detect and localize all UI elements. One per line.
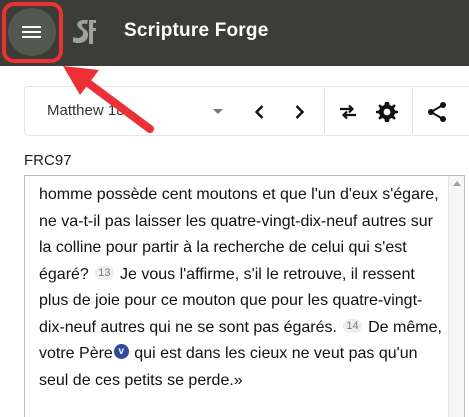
scripture-text[interactable]: homme possède cent moutons et que l'un d… bbox=[39, 182, 443, 394]
settings-button[interactable] bbox=[375, 100, 399, 124]
verse-number: 13 bbox=[95, 265, 114, 280]
previous-chapter-button[interactable] bbox=[248, 100, 272, 124]
top-app-bar: Scripture Forge bbox=[0, 0, 469, 66]
chevron-right-icon bbox=[295, 105, 305, 119]
toolbar-divider bbox=[412, 89, 413, 133]
toolbar-divider bbox=[324, 89, 325, 133]
text-label: FRC97 bbox=[24, 152, 72, 169]
next-chapter-button[interactable] bbox=[287, 100, 311, 124]
vertical-scrollbar[interactable] bbox=[448, 176, 464, 417]
scroll-up-arrow-icon[interactable] bbox=[453, 181, 461, 186]
hamburger-menu-button[interactable] bbox=[8, 8, 56, 56]
menu-icon-bar bbox=[22, 36, 41, 38]
share-button[interactable] bbox=[425, 100, 449, 124]
app-title: Scripture Forge bbox=[124, 20, 269, 41]
note-marker-icon[interactable]: v bbox=[113, 344, 129, 359]
chevron-left-icon bbox=[254, 105, 264, 119]
book-chapter-value: Matthew 18 bbox=[47, 102, 125, 119]
hamburger-menu-icon bbox=[22, 26, 41, 28]
dropdown-arrow-icon bbox=[213, 109, 223, 114]
sf-logo-icon[interactable] bbox=[70, 17, 96, 47]
scripture-text-editor[interactable]: homme possède cent moutons et que l'un d… bbox=[24, 175, 465, 417]
swap-arrows-icon bbox=[340, 104, 356, 120]
menu-icon-bar bbox=[22, 31, 41, 33]
swap-panes-button[interactable] bbox=[336, 100, 360, 124]
gear-icon bbox=[376, 102, 398, 122]
book-chapter-select[interactable]: Matthew 18 bbox=[47, 102, 247, 126]
share-icon bbox=[428, 102, 446, 122]
verse-number: 14 bbox=[343, 318, 362, 333]
